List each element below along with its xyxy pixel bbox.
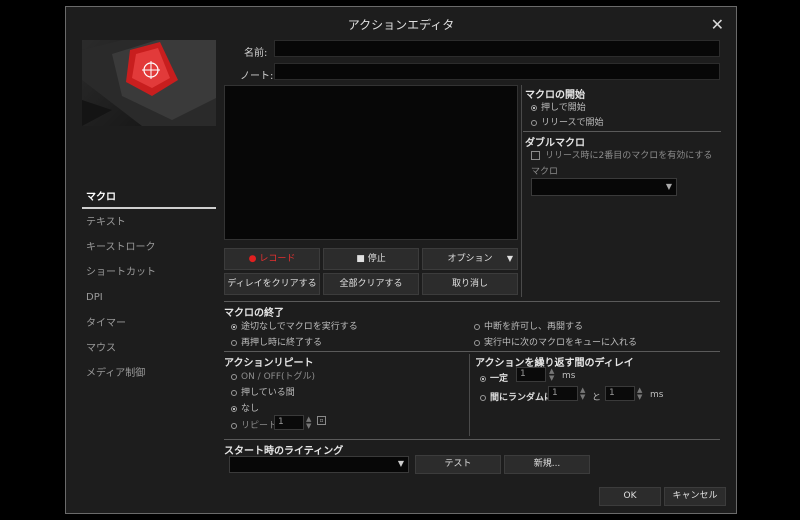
divider: [224, 351, 720, 352]
clear-all-button[interactable]: 全部クリアする: [323, 273, 419, 295]
checkbox-icon: [531, 151, 540, 160]
repeat-delay-title: アクションを繰り返す間のディレイ: [475, 358, 634, 369]
divider: [523, 131, 721, 132]
sidebar-item-keystroke[interactable]: キーストローク: [82, 237, 216, 259]
spinner-arrows-icon[interactable]: ▲ ▼: [637, 387, 642, 401]
divider: [469, 354, 470, 436]
radio-icon: [231, 405, 237, 412]
radio-icon: [231, 339, 237, 346]
stop-square-icon: ■: [356, 254, 365, 264]
action-editor-window: アクションエディタ ✕ マクロ テキスト キーストローク ショートカット DPI…: [65, 6, 737, 514]
options-label: オプション: [447, 254, 493, 264]
lighting-new-button[interactable]: 新規...: [504, 455, 590, 474]
sidebar-item-text[interactable]: テキスト: [82, 212, 216, 234]
sidebar-item-dpi[interactable]: DPI: [82, 287, 216, 309]
run-uninterrupted-radio[interactable]: 途切なしでマクロを実行する: [231, 319, 358, 332]
lighting-select[interactable]: ▼: [229, 456, 409, 473]
record-button[interactable]: ● レコード: [224, 248, 320, 270]
radio-icon: [480, 375, 486, 382]
undo-button[interactable]: 取り消し: [422, 273, 518, 295]
double-macro-title: ダブルマクロ: [525, 138, 585, 149]
record-dot-icon: ●: [248, 254, 257, 264]
fixed-delay-input[interactable]: 1: [516, 367, 546, 382]
repeat-toggle-radio[interactable]: ON / OFF(トグル): [231, 369, 315, 382]
name-input[interactable]: [274, 40, 720, 57]
repeat-none-radio[interactable]: なし: [231, 401, 259, 414]
fixed-delay-unit: ms: [562, 371, 576, 381]
ok-button[interactable]: OK: [599, 487, 661, 506]
cancel-button[interactable]: キャンセル: [664, 487, 726, 506]
divider: [224, 301, 720, 302]
radio-icon: [231, 373, 237, 380]
spinner-arrows-icon[interactable]: ▲ ▼: [306, 416, 311, 430]
macro-start-title: マクロの開始: [525, 90, 585, 101]
stop-label: 停止: [367, 254, 386, 264]
start-on-press-radio[interactable]: 押しで開始: [531, 100, 586, 113]
radio-icon: [474, 323, 480, 330]
options-button[interactable]: オプション ▼: [422, 248, 518, 270]
note-input[interactable]: [274, 63, 720, 80]
close-icon[interactable]: ✕: [711, 15, 724, 34]
allow-interrupt-radio[interactable]: 中断を許可し、再開する: [474, 319, 583, 332]
second-macro-checkbox[interactable]: リリース時に2番目のマクロを有効にする: [531, 148, 712, 161]
random-delay-radio[interactable]: 間にランダムに: [480, 390, 553, 403]
radio-icon: [474, 339, 480, 346]
sidebar-item-media[interactable]: メディア制御: [82, 363, 216, 385]
radio-icon: [231, 323, 237, 330]
start-on-release-radio[interactable]: リリースで開始: [531, 115, 604, 128]
radio-icon: [231, 389, 237, 396]
macro-select[interactable]: ▼: [531, 178, 677, 196]
lighting-title: スタート時のライティング: [224, 446, 344, 457]
radio-icon: [480, 394, 486, 401]
mouse-button-image: [82, 40, 216, 126]
divider: [224, 439, 720, 440]
end-on-repress-radio[interactable]: 再押し時に終了する: [231, 335, 322, 348]
spinner-arrows-icon[interactable]: ▲ ▼: [580, 387, 585, 401]
sidebar-item-timer[interactable]: タイマー: [82, 313, 216, 335]
dropdown-arrow-icon: ▼: [665, 182, 672, 191]
repeat-count-radio[interactable]: リピート: [231, 418, 277, 431]
radio-icon: [531, 119, 537, 126]
sidebar-item-macro[interactable]: マクロ: [82, 187, 216, 209]
sidebar-item-shortcut[interactable]: ショートカット: [82, 262, 216, 284]
name-label: 名前:: [244, 48, 268, 59]
queue-next-radio[interactable]: 実行中に次のマクロをキューに入れる: [474, 335, 637, 348]
dropdown-arrow-icon: ▼: [506, 254, 513, 263]
and-label: と: [592, 393, 602, 403]
lighting-test-button[interactable]: テスト: [415, 455, 501, 474]
radio-icon: [231, 422, 237, 429]
radio-icon: [531, 104, 537, 111]
macro-end-title: マクロの終了: [224, 308, 284, 319]
record-label: レコード: [259, 254, 296, 264]
dropdown-arrow-icon: ▼: [397, 459, 404, 468]
divider: [521, 85, 522, 297]
macro-event-list[interactable]: [224, 85, 518, 240]
action-repeat-title: アクションリピート: [224, 358, 314, 369]
spinner-arrows-icon[interactable]: ▲ ▼: [549, 368, 554, 382]
repeat-while-held-radio[interactable]: 押している間: [231, 385, 295, 398]
macro-select-label: マクロ: [531, 167, 559, 177]
sidebar-item-mouse[interactable]: マウス: [82, 338, 216, 360]
random-max-input[interactable]: 1: [605, 386, 635, 401]
window-title: アクションエディタ: [347, 18, 455, 32]
clear-delay-button[interactable]: ディレイをクリアする: [224, 273, 320, 295]
note-label: ノート:: [240, 71, 274, 82]
stop-button[interactable]: ■ 停止: [323, 248, 419, 270]
fixed-delay-radio[interactable]: 一定: [480, 371, 508, 384]
repeat-settings-icon[interactable]: ▫: [317, 416, 326, 425]
random-min-input[interactable]: 1: [548, 386, 578, 401]
repeat-count-input[interactable]: 1: [274, 415, 304, 430]
random-delay-unit: ms: [650, 390, 664, 400]
